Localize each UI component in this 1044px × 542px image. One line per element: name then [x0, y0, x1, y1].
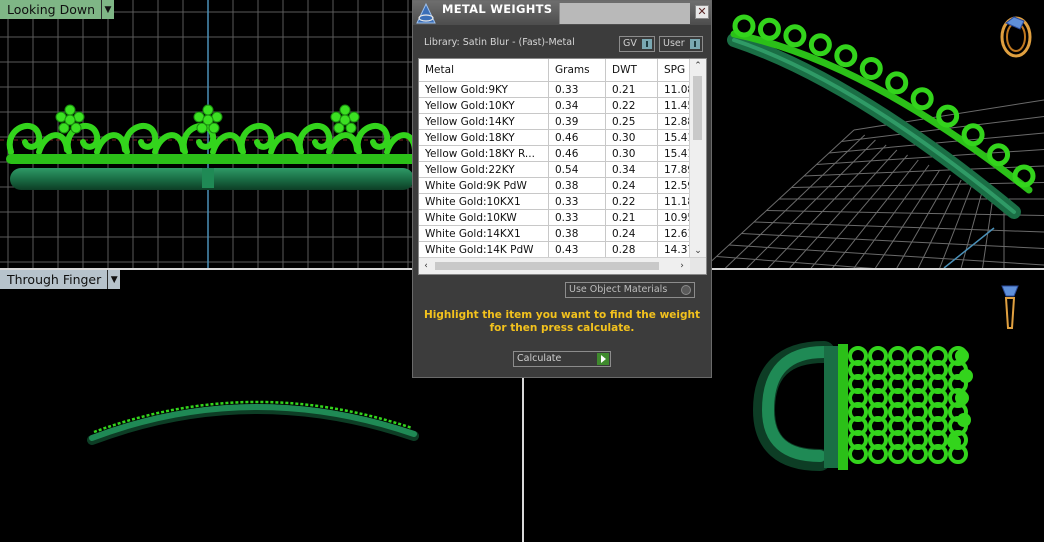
chevron-down-icon[interactable]: ▼: [101, 0, 114, 19]
app-logo-icon: [416, 2, 436, 24]
cell-metal: Yellow Gold:9KY: [419, 81, 549, 98]
table-row[interactable]: Yellow Gold:9KY 0.33 0.21 11.08: [419, 81, 706, 98]
chevron-right-icon[interactable]: ›: [675, 258, 689, 274]
column-header-grams[interactable]: Grams: [548, 59, 606, 82]
table-body: Yellow Gold:9KY 0.33 0.21 11.08 Yellow Gold:…: [419, 81, 706, 258]
crown-side-model: [752, 341, 973, 471]
play-icon: [597, 353, 609, 365]
scrollbar-thumb[interactable]: [435, 262, 659, 270]
cell-grams: 0.54: [548, 161, 606, 178]
cell-metal: White Gold:14K PdW: [419, 241, 549, 258]
metal-table: Metal Grams DWT SPG Yellow Gold:9KY 0.33 0…: [419, 59, 706, 258]
table-row[interactable]: Yellow Gold:22KY 0.54 0.34 17.89: [419, 161, 706, 178]
cell-dwt: 0.30: [605, 145, 658, 162]
cell-dwt: 0.22: [605, 97, 658, 114]
table-row[interactable]: White Gold:10KW 0.33 0.21 10.95: [419, 209, 706, 226]
cell-grams: 0.34: [548, 97, 606, 114]
cell-grams: 0.43: [548, 241, 606, 258]
viewport-label-looking-down[interactable]: Looking Down ▼: [0, 0, 115, 19]
dialog-titlebar[interactable]: METAL WEIGHTS ✕: [413, 1, 711, 25]
calculate-button[interactable]: Calculate: [513, 351, 611, 367]
cell-metal: Yellow Gold:22KY: [419, 161, 549, 178]
viewport-label-through-finger[interactable]: Through Finger ▼: [0, 270, 121, 289]
cell-metal: White Gold:9K PdW: [419, 177, 549, 194]
library-label: Library: Satin Blur - (Fast)-Metal: [424, 37, 575, 48]
titlebar-filler: [559, 3, 690, 24]
cell-grams: 0.38: [548, 225, 606, 242]
cell-metal: Yellow Gold:18KY: [419, 129, 549, 146]
table-row[interactable]: White Gold:14KX1 0.38 0.24 12.61: [419, 225, 706, 242]
cell-metal: White Gold:14KX1: [419, 225, 549, 242]
chevron-down-icon[interactable]: ⌄: [690, 244, 706, 258]
gv-toggle[interactable]: GV: [619, 36, 655, 52]
metal-weights-table[interactable]: Metal Grams DWT SPG Yellow Gold:9KY 0.33 0…: [418, 58, 707, 275]
cell-grams: 0.33: [548, 193, 606, 210]
cell-dwt: 0.24: [605, 177, 658, 194]
toggle-switch-icon: [642, 39, 652, 49]
use-object-materials-label: Use Object Materials: [569, 284, 668, 295]
scrollbar-thumb[interactable]: [693, 76, 702, 140]
chevron-up-icon[interactable]: ⌃: [690, 59, 706, 73]
radio-icon: [681, 285, 691, 295]
cell-dwt: 0.30: [605, 129, 658, 146]
toggle-switch-icon: [690, 39, 700, 49]
scrollbar-corner: [690, 258, 706, 274]
column-header-metal[interactable]: Metal: [419, 59, 549, 82]
ring-side-icon: [1001, 285, 1019, 329]
ring-perspective-icon: [1000, 16, 1032, 58]
calculate-label: Calculate: [517, 353, 562, 364]
column-header-dwt[interactable]: DWT: [605, 59, 658, 82]
dialog-title: METAL WEIGHTS: [442, 2, 553, 16]
cell-metal: White Gold:10KW: [419, 209, 549, 226]
table-header-row: Metal Grams DWT SPG: [419, 59, 706, 82]
instruction-text: Highlight the item you want to find the …: [424, 309, 700, 334]
use-object-materials-toggle[interactable]: Use Object Materials: [565, 282, 695, 298]
cell-dwt: 0.24: [605, 225, 658, 242]
cell-grams: 0.33: [548, 209, 606, 226]
cell-grams: 0.46: [548, 145, 606, 162]
viewport-label-text: Through Finger: [7, 272, 102, 287]
cell-grams: 0.39: [548, 113, 606, 130]
table-row[interactable]: Yellow Gold:18KY R... 0.46 0.30 15.41: [419, 145, 706, 162]
table-row[interactable]: Yellow Gold:14KY 0.39 0.25 12.88: [419, 113, 706, 130]
cell-grams: 0.46: [548, 129, 606, 146]
viewport-label-text: Looking Down: [7, 2, 96, 17]
crown-front-model: [6, 104, 418, 190]
metal-weights-dialog: METAL WEIGHTS ✕ Library: Satin Blur - (F…: [412, 0, 712, 378]
close-icon: ✕: [697, 5, 707, 18]
chevron-left-icon[interactable]: ‹: [419, 258, 433, 274]
cell-dwt: 0.21: [605, 81, 658, 98]
cell-dwt: 0.34: [605, 161, 658, 178]
close-button[interactable]: ✕: [695, 5, 709, 19]
cell-metal: White Gold:10KX1: [419, 193, 549, 210]
vertical-scrollbar[interactable]: ⌃ ⌄: [689, 59, 706, 258]
gv-toggle-label: GV: [623, 38, 637, 49]
horizontal-scrollbar[interactable]: ‹ ›: [419, 257, 706, 274]
cell-metal: Yellow Gold:10KY: [419, 97, 549, 114]
cell-dwt: 0.21: [605, 209, 658, 226]
crown-edge-model: [87, 400, 419, 445]
cell-grams: 0.33: [548, 81, 606, 98]
cell-metal: Yellow Gold:14KY: [419, 113, 549, 130]
cell-dwt: 0.28: [605, 241, 658, 258]
cell-metal: Yellow Gold:18KY R...: [419, 145, 549, 162]
cell-grams: 0.38: [548, 177, 606, 194]
user-toggle-label: User: [663, 38, 685, 49]
table-row[interactable]: White Gold:9K PdW 0.38 0.24 12.59: [419, 177, 706, 194]
table-row[interactable]: Yellow Gold:10KY 0.34 0.22 11.45: [419, 97, 706, 114]
chevron-down-icon[interactable]: ▼: [107, 270, 120, 289]
cell-dwt: 0.25: [605, 113, 658, 130]
table-row[interactable]: White Gold:10KX1 0.33 0.22 11.18: [419, 193, 706, 210]
table-row[interactable]: White Gold:14K PdW 0.43 0.28 14.37: [419, 241, 706, 258]
table-row[interactable]: Yellow Gold:18KY 0.46 0.30 15.41: [419, 129, 706, 146]
cell-dwt: 0.22: [605, 193, 658, 210]
user-toggle[interactable]: User: [659, 36, 703, 52]
